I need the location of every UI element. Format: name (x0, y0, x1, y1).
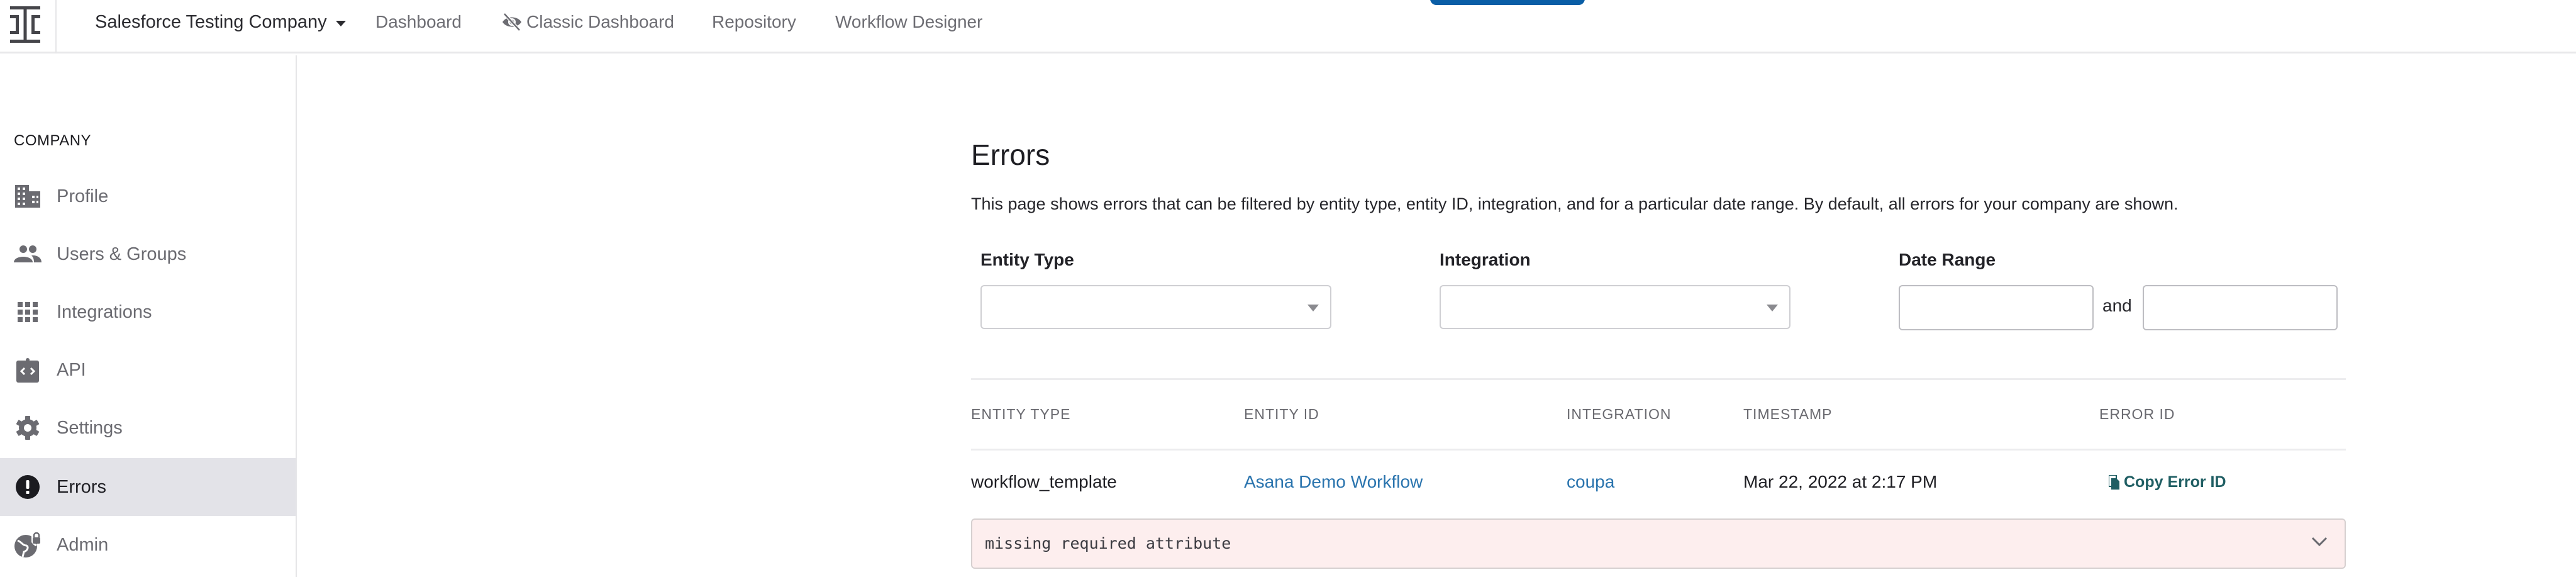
sidebar-item-label: Admin (57, 534, 109, 555)
sidebar-item-label: Profile (57, 186, 109, 206)
sidebar-item-users-groups[interactable]: Users & Groups (0, 225, 296, 283)
primary-action-button[interactable] (1430, 0, 1585, 5)
date-to-input[interactable] (2143, 285, 2338, 330)
sidebar-item-label: API (57, 359, 86, 380)
sidebar-heading: COMPANY (14, 132, 92, 149)
table-header-divider (971, 449, 2346, 451)
sidebar-item-label: Settings (57, 417, 123, 438)
sidebar-item-admin[interactable]: Admin (0, 516, 296, 574)
column-header-integration: INTEGRATION (1567, 406, 1672, 422)
copy-error-id-label: Copy Error ID (2124, 473, 2226, 491)
nav-repository-label: Repository (712, 12, 796, 31)
top-navigation-bar: Salesforce Testing Company Dashboard Cla… (0, 0, 2576, 53)
copy-error-id-button[interactable]: Copy Error ID (2109, 473, 2226, 491)
nav-workflow-designer-label: Workflow Designer (835, 12, 983, 31)
sidebar-item-label: Users & Groups (57, 244, 187, 264)
sidebar-item-api[interactable]: API (0, 341, 296, 399)
logo-cell[interactable] (0, 0, 57, 53)
app-logo-icon (10, 6, 40, 43)
chevron-down-icon (2311, 537, 2328, 547)
grid-icon (14, 300, 42, 325)
column-header-error-id: ERROR ID (2099, 406, 2175, 422)
sidebar: COMPANY Profile Users & Groups Integrati… (0, 55, 297, 577)
nav-repository[interactable]: Repository (712, 12, 796, 32)
caret-down-icon (335, 21, 346, 26)
date-range-label: Date Range (1899, 250, 1996, 269)
cell-timestamp: Mar 22, 2022 at 2:17 PM (1743, 472, 1938, 491)
dropdown-arrow-icon (1767, 305, 1778, 311)
code-clipboard-icon (14, 357, 42, 383)
column-header-timestamp: TIMESTAMP (1743, 406, 1833, 422)
sidebar-item-profile[interactable]: Profile (0, 167, 296, 225)
building-icon (14, 184, 42, 209)
gear-icon (14, 415, 42, 440)
nav-classic-dashboard-label: Classic Dashboard (526, 12, 674, 31)
users-icon (14, 242, 42, 267)
page-title: Errors (971, 138, 1050, 171)
integration-select[interactable] (1440, 285, 1790, 329)
sidebar-item-errors[interactable]: Errors (0, 458, 296, 516)
date-from-input[interactable] (1899, 285, 2094, 330)
sidebar-item-label: Integrations (57, 301, 152, 322)
error-message: missing required attribute (985, 534, 1231, 552)
dropdown-arrow-icon (1307, 305, 1319, 311)
integration-link[interactable]: coupa (1567, 472, 1614, 492)
globe-lock-icon (14, 532, 42, 557)
page-description: This page shows errors that can be filte… (971, 194, 2179, 213)
column-header-entity-type: ENTITY TYPE (971, 406, 1071, 422)
sidebar-item-label: Errors (57, 476, 106, 497)
nav-dashboard-label: Dashboard (375, 12, 462, 31)
nav-workflow-designer[interactable]: Workflow Designer (835, 12, 982, 32)
company-name: Salesforce Testing Company (95, 12, 327, 32)
column-header-entity-id: ENTITY ID (1244, 406, 1319, 422)
error-message-panel[interactable]: missing required attribute (971, 518, 2346, 569)
nav-classic-dashboard[interactable]: Classic Dashboard (501, 12, 674, 32)
table-top-divider (971, 378, 2346, 380)
exclamation-circle-icon (14, 474, 42, 500)
sidebar-item-settings[interactable]: Settings (0, 399, 296, 457)
date-range-joiner: and (2102, 296, 2132, 315)
entity-id-link[interactable]: Asana Demo Workflow (1244, 472, 1423, 492)
cell-entity-type: workflow_template (971, 472, 1117, 491)
company-switcher[interactable]: Salesforce Testing Company (95, 12, 346, 33)
entity-type-label: Entity Type (980, 250, 1074, 269)
integration-label: Integration (1440, 250, 1531, 269)
sidebar-item-integrations[interactable]: Integrations (0, 283, 296, 341)
nav-dashboard[interactable]: Dashboard (375, 12, 462, 32)
copy-icon (2109, 474, 2119, 490)
eye-slash-icon (502, 13, 521, 31)
entity-type-select[interactable] (980, 285, 1331, 329)
